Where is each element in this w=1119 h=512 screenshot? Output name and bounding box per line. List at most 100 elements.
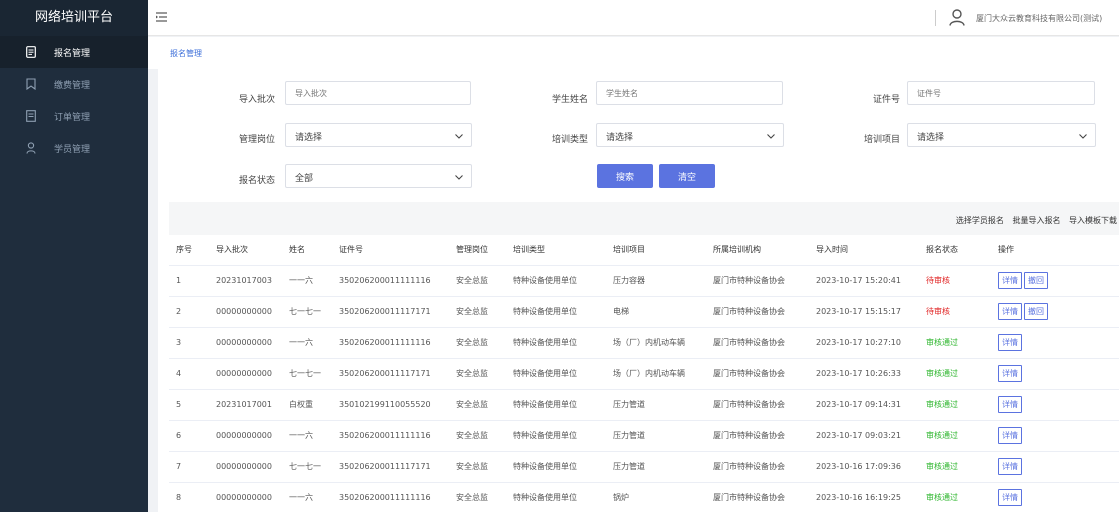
cell-operations: 详情 [991,357,1119,389]
breadcrumb[interactable]: 报名管理 [170,48,202,59]
status-select-value: 全部 [295,174,314,184]
company-name[interactable]: 厦门大众云教育科技有限公司(测试) [976,13,1102,24]
cert-number-input[interactable] [907,81,1095,105]
batch-input[interactable] [285,81,471,105]
cell-type: 特种设备使用单位 [506,326,606,358]
user-icon[interactable] [949,9,965,29]
registration-table: 选择学员报名 批量导入报名 导入模板下载 序号 导入批次 姓名 证件号 管理岗位… [169,202,1119,512]
cell-org: 厦门市特种设备协会 [706,264,809,296]
cell-time: 2023-10-16 17:09:36 [809,450,919,482]
cell-cert: 350206200011111116 [332,419,449,451]
cell-type: 特种设备使用单位 [506,481,606,512]
sidebar-item-students[interactable]: 学员管理 [0,132,148,164]
main-content: 导入批次 学生姓名 证件号 管理岗位 请选择 培训类型 请选择 培训项目 请选择… [158,69,1119,512]
cell-time: 2023-10-17 10:26:33 [809,357,919,389]
cell-name: 白权重 [282,388,332,420]
cell-operations: 详情 [991,481,1119,512]
table-row: 3 00000000000 一一六 350206200011111116 安全总监 特种设… [169,326,1119,358]
cell-status: 待审核 [919,264,991,296]
search-button[interactable]: 搜索 [597,164,653,188]
column-header: 管理岗位 [456,245,488,255]
post-select[interactable]: 请选择 [285,123,472,147]
column-header: 培训项目 [613,245,645,255]
cell-org: 厦门市特种设备协会 [706,326,809,358]
cell-project: 场（厂）内机动车辆 [606,326,706,358]
cell-name: 一一六 [282,264,332,296]
app-title: 网络培训平台 [0,0,148,36]
detail-button[interactable]: 详情 [998,458,1022,475]
menu-toggle-icon[interactable] [156,12,167,25]
cell-time: 2023-10-17 15:15:17 [809,295,919,327]
revoke-button[interactable]: 撤回 [1024,303,1048,320]
batch-import-button[interactable]: 批量导入报名 [1012,216,1060,225]
cell-batch: 00000000000 [209,357,282,389]
bookmark-icon [22,78,40,90]
post-label: 管理岗位 [239,135,276,145]
sidebar: 网络培训平台 报名管理 缴费管理 订单管理 学员管理 [0,0,148,512]
detail-button[interactable]: 详情 [998,396,1022,413]
cell-post: 安全总监 [449,388,506,420]
cell-org: 厦门市特种设备协会 [706,481,809,512]
student-label: 学生姓名 [552,95,589,105]
chevron-down-icon [1079,132,1087,142]
import-template-button[interactable]: 导入模板下载 [1069,216,1117,225]
cell-post: 安全总监 [449,481,506,512]
cell-project: 压力管道 [606,419,706,451]
detail-button[interactable]: 详情 [998,272,1022,289]
type-select-value: 请选择 [606,133,634,143]
column-header: 报名状态 [926,245,958,255]
cell-name: 七一七一 [282,450,332,482]
cell-post: 安全总监 [449,357,506,389]
table-row: 1 20231017003 一一六 350206200011111116 安全总监 特种设… [169,264,1119,296]
cell-post: 安全总监 [449,450,506,482]
cell-batch: 00000000000 [209,295,282,327]
cell-post: 安全总监 [449,326,506,358]
project-select[interactable]: 请选择 [907,123,1096,147]
cell-name: 七一七一 [282,357,332,389]
cell-project: 锅炉 [606,481,706,512]
cell-type: 特种设备使用单位 [506,264,606,296]
status-label: 报名状态 [239,176,276,186]
cell-status: 审核通过 [919,450,991,482]
column-header: 培训类型 [513,245,545,255]
top-bar: 厦门大众云教育科技有限公司(测试) [148,0,1119,36]
cell-status: 审核通过 [919,357,991,389]
detail-button[interactable]: 详情 [998,489,1022,507]
cell-time: 2023-10-17 09:14:31 [809,388,919,420]
sidebar-item-label: 订单管理 [54,112,91,123]
cell-project: 电梯 [606,295,706,327]
detail-button[interactable]: 详情 [998,365,1022,382]
cell-project: 场（厂）内机动车辆 [606,357,706,389]
column-header: 导入批次 [216,245,248,255]
cell-no: 4 [169,357,209,389]
cell-type: 特种设备使用单位 [506,295,606,327]
student-name-input[interactable] [596,81,783,105]
cell-batch: 20231017001 [209,388,282,420]
cell-batch: 00000000000 [209,419,282,451]
detail-button[interactable]: 详情 [998,427,1022,444]
select-student-button[interactable]: 选择学员报名 [956,216,1004,225]
cell-cert: 350206200011117171 [332,295,449,327]
sidebar-item-orders[interactable]: 订单管理 [0,100,148,132]
cell-name: 一一六 [282,481,332,512]
cell-time: 2023-10-17 09:03:21 [809,419,919,451]
document-icon [22,46,40,58]
detail-button[interactable]: 详情 [998,334,1022,351]
cell-operations: 详情 [991,388,1119,420]
detail-button[interactable]: 详情 [998,303,1022,320]
cert-label: 证件号 [873,95,901,105]
cell-batch: 00000000000 [209,481,282,512]
cell-cert: 350102199110055520 [332,388,449,420]
clear-button[interactable]: 清空 [659,164,715,188]
cell-cert: 350206200011111116 [332,264,449,296]
cell-project: 压力容器 [606,264,706,296]
type-select[interactable]: 请选择 [596,123,784,147]
sidebar-item-registration[interactable]: 报名管理 [0,36,148,68]
cell-post: 安全总监 [449,295,506,327]
table-row: 6 00000000000 一一六 350206200011111116 安全总监 特种设… [169,419,1119,451]
status-select[interactable]: 全部 [285,164,472,188]
revoke-button[interactable]: 撤回 [1024,272,1048,289]
cell-type: 特种设备使用单位 [506,388,606,420]
sidebar-item-label: 缴费管理 [54,80,91,91]
sidebar-item-payment[interactable]: 缴费管理 [0,68,148,100]
